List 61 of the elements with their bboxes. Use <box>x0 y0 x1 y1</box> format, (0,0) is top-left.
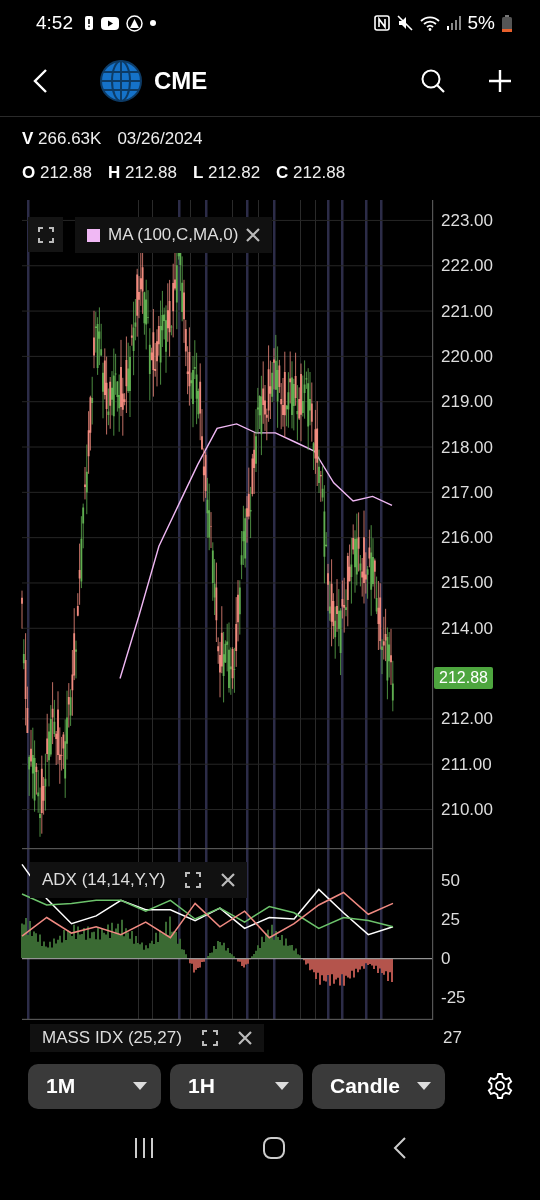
price-axis-label: 223.00 <box>441 210 493 230</box>
last-price-badge: 212.88 <box>434 666 493 689</box>
ohlc-value: C 212.88 <box>276 163 346 183</box>
price-axis-label: 221.00 <box>441 301 493 321</box>
search-icon[interactable] <box>420 68 446 94</box>
quote-date: 03/26/2024 <box>117 129 203 149</box>
price-axis-label: 222.00 <box>441 256 493 276</box>
caret-icon <box>417 1082 431 1090</box>
price-axis-label: 212.00 <box>441 709 493 729</box>
adx-axis-label: 25 <box>441 910 460 929</box>
ohlc-value: H 212.88 <box>107 163 177 183</box>
video-play-icon <box>101 16 119 30</box>
notification-dot-icon <box>150 20 156 26</box>
status-time: 4:52 <box>36 12 73 34</box>
home-icon[interactable] <box>262 1136 286 1160</box>
volume-value: V 266.63K <box>22 129 102 149</box>
caret-icon <box>275 1082 289 1090</box>
back-nav-icon[interactable] <box>392 1136 407 1160</box>
wifi-icon <box>419 15 440 31</box>
price-axis-label: 219.00 <box>441 392 493 412</box>
mass-index-legend-label: MASS IDX (25,27) <box>42 1027 182 1048</box>
ticker-title: CME <box>154 67 208 95</box>
signal-icon <box>446 16 461 30</box>
ohlc-value: L 212.82 <box>193 163 261 183</box>
fullscreen-button[interactable] <box>28 217 63 252</box>
adx-axis-label: 0 <box>441 949 451 969</box>
ma-legend-label: MA (100,C,MA,0) <box>108 225 239 245</box>
battery-percent: 5% <box>467 12 495 34</box>
price-axis-label: 210.00 <box>441 800 493 820</box>
close-icon[interactable] <box>221 873 236 887</box>
settings-icon[interactable] <box>486 1072 514 1100</box>
price-axis-label: 215.00 <box>441 573 493 593</box>
expand-icon <box>37 226 54 243</box>
dropdown-button[interactable]: Candle <box>312 1063 445 1109</box>
recent-apps-icon[interactable] <box>133 1137 156 1159</box>
dropdown-button[interactable]: 1H <box>170 1063 303 1109</box>
app-circle-icon <box>126 14 143 32</box>
price-axis-label: 220.00 <box>441 346 493 366</box>
ohlc-value: O 212.88 <box>22 163 92 183</box>
close-icon[interactable] <box>237 1030 252 1045</box>
dropdown-button[interactable]: 1M <box>28 1063 161 1109</box>
battery-alert-icon <box>84 15 94 31</box>
price-axis-label: 214.00 <box>441 618 493 638</box>
mass-axis-label: 27 <box>443 1027 462 1048</box>
price-axis-label: 211.00 <box>441 754 492 774</box>
adx-axis-label: 50 <box>441 871 460 890</box>
caret-icon <box>133 1082 147 1090</box>
back-icon[interactable] <box>32 68 48 94</box>
mute-icon <box>396 15 413 31</box>
battery-icon <box>502 14 512 32</box>
price-axis-label: 218.00 <box>441 437 493 457</box>
price-axis-label: 216.00 <box>441 528 493 548</box>
nfc-icon <box>373 15 390 31</box>
close-icon[interactable] <box>246 228 261 242</box>
expand-icon[interactable] <box>185 872 202 888</box>
adx-legend-label: ADX (14,14,Y,Y) <box>42 870 166 890</box>
adx-axis-label: -25 <box>441 988 466 1008</box>
add-icon[interactable] <box>488 69 512 93</box>
expand-icon[interactable] <box>201 1029 218 1046</box>
globe-icon <box>100 60 142 102</box>
price-axis-label: 217.00 <box>441 482 493 502</box>
